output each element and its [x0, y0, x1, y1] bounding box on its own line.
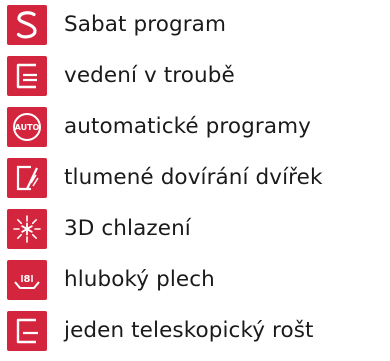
oven-guide-icon [7, 56, 47, 96]
auto-icon-text: AUTO [15, 123, 40, 132]
feature-label: vedení v troubě [64, 63, 235, 88]
3d-cooling-icon [7, 209, 47, 249]
feature-label: jeden teleskopický rošt [64, 318, 314, 343]
feature-label: tlumené dovírání dvířek [64, 165, 323, 190]
telescopic-rail-icon [7, 311, 47, 351]
feature-list: Sabat program vedení v troubě AUTO autom… [0, 0, 390, 361]
feature-item-auto-programs: AUTO automatické programy [7, 107, 390, 147]
sabbath-s-icon [7, 5, 47, 45]
feature-item-deep-tray: 8 hluboký plech [7, 260, 390, 300]
feature-item-oven-guide: vedení v troubě [7, 56, 390, 96]
feature-label: Sabat program [64, 12, 226, 37]
soft-close-door-icon [7, 158, 47, 198]
feature-label: 3D chlazení [64, 216, 191, 241]
feature-label: automatické programy [64, 114, 311, 139]
tray-icon-text: 8 [24, 274, 31, 285]
feature-item-soft-close: tlumené dovírání dvířek [7, 158, 390, 198]
deep-tray-icon: 8 [7, 260, 47, 300]
auto-programs-icon: AUTO [7, 107, 47, 147]
feature-item-telescopic-rail: jeden teleskopický rošt [7, 311, 390, 351]
feature-item-sabbath: Sabat program [7, 5, 390, 45]
feature-item-3d-cooling: 3D chlazení [7, 209, 390, 249]
feature-label: hluboký plech [64, 267, 215, 292]
